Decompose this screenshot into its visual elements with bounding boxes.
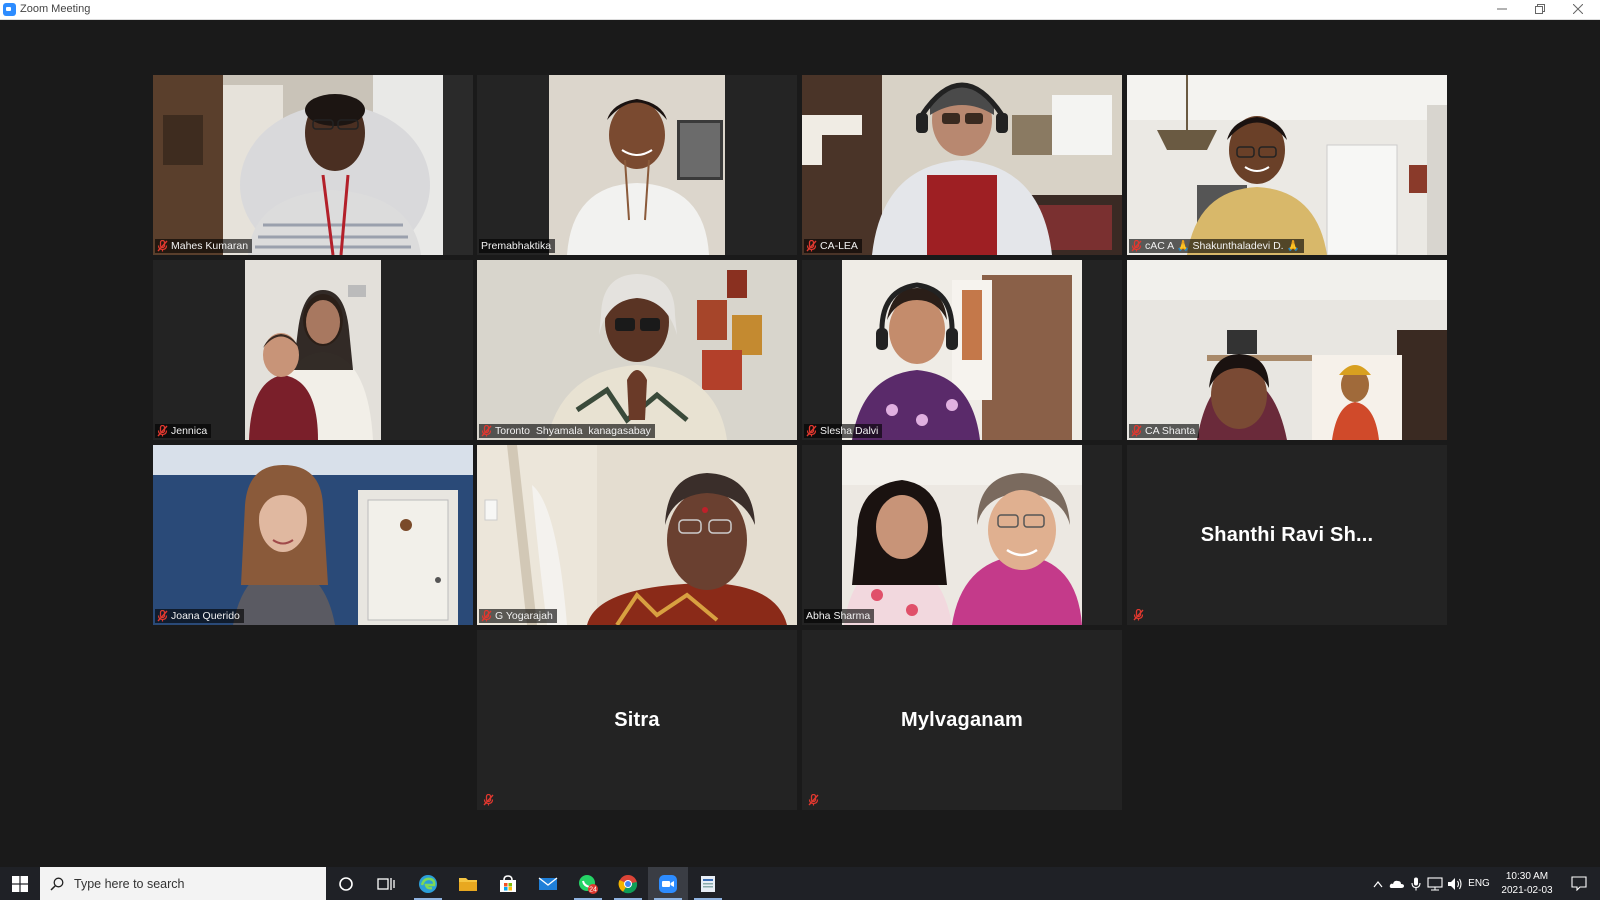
- participant-display-name: Sitra: [614, 708, 660, 731]
- onedrive-icon[interactable]: [1388, 867, 1406, 900]
- video-feed: [477, 260, 797, 440]
- clock-time: 10:30 AM: [1505, 871, 1549, 882]
- participant-name-label: Mahes Kumaran: [155, 239, 253, 253]
- file-explorer-icon[interactable]: [448, 867, 488, 900]
- chrome-icon[interactable]: [608, 867, 648, 900]
- video-tile[interactable]: G Yogarajah: [477, 445, 797, 625]
- mic-muted-icon: [1131, 425, 1142, 437]
- participant-name: Slesha Dalvi: [820, 425, 879, 437]
- video-feed: [477, 445, 797, 625]
- volume-icon[interactable]: [1446, 867, 1464, 900]
- participant-name: CA Shanta: [1145, 425, 1196, 437]
- notifications-icon[interactable]: [1564, 867, 1594, 900]
- mic-muted-icon: [157, 610, 168, 622]
- video-feed: [802, 260, 1122, 440]
- participant-name-label: Premabhaktika: [479, 239, 556, 253]
- mail-icon[interactable]: [528, 867, 568, 900]
- participant-name: CA-LEA: [820, 240, 858, 252]
- mic-muted-icon: [1131, 240, 1142, 252]
- mic-muted-icon: [481, 610, 492, 622]
- video-tile[interactable]: CA-LEA: [802, 75, 1122, 255]
- clock-date: 2021-02-03: [1501, 885, 1553, 896]
- cortana-icon[interactable]: [326, 867, 366, 900]
- zoom-icon[interactable]: [648, 867, 688, 900]
- taskbar-search[interactable]: [40, 867, 326, 900]
- network-icon[interactable]: [1426, 867, 1444, 900]
- participant-name-label: Joana Querido: [155, 609, 244, 623]
- participant-name-label: Slesha Dalvi: [804, 424, 883, 438]
- participant-name: G Yogarajah: [495, 610, 553, 622]
- participant-name-label: G Yogarajah: [479, 609, 557, 623]
- edge-icon[interactable]: [408, 867, 448, 900]
- participant-name: cAC A 🙏 Shakunthaladevi D. 🙏: [1145, 240, 1300, 252]
- mic-muted-icon: [157, 425, 168, 437]
- participant-name: Jennica: [171, 425, 208, 437]
- participant-name-label: Abha Sharma: [804, 609, 875, 623]
- task-view-icon[interactable]: [366, 867, 406, 900]
- video-feed: [1127, 75, 1447, 255]
- video-tile-active-speaker[interactable]: Premabhaktika: [477, 75, 797, 255]
- video-tile[interactable]: cAC A 🙏 Shakunthaladevi D. 🙏: [1127, 75, 1447, 255]
- video-feed: [153, 445, 473, 625]
- video-tile[interactable]: Joana Querido: [153, 445, 473, 625]
- mic-muted-icon: [806, 240, 817, 252]
- participant-name: Abha Sharma: [806, 610, 871, 622]
- participant-name: Joana Querido: [171, 610, 240, 622]
- video-tile-video-off[interactable]: Sitra: [477, 630, 797, 810]
- search-input[interactable]: [72, 875, 306, 892]
- video-feed: [802, 445, 1122, 625]
- video-tile[interactable]: Slesha Dalvi: [802, 260, 1122, 440]
- video-tile[interactable]: Abha Sharma: [802, 445, 1122, 625]
- video-feed: [153, 260, 473, 440]
- mic-muted-icon: [157, 240, 168, 252]
- video-tile-video-off[interactable]: Mylvaganam: [802, 630, 1122, 810]
- participant-name-label: CA Shanta: [1129, 424, 1200, 438]
- store-icon[interactable]: [488, 867, 528, 900]
- windows-logo-icon: [12, 875, 28, 892]
- minimize-button[interactable]: [1484, 0, 1520, 19]
- participant-name: Toronto Shyamala kanagasabay: [495, 425, 651, 437]
- video-tile[interactable]: Jennica: [153, 260, 473, 440]
- video-tile[interactable]: Mahes Kumaran: [153, 75, 473, 255]
- close-button[interactable]: [1560, 0, 1596, 19]
- participant-name: Premabhaktika: [481, 240, 552, 252]
- video-tile-video-off[interactable]: Shanthi Ravi Sh...: [1127, 445, 1447, 625]
- participant-name-label: cAC A 🙏 Shakunthaladevi D. 🙏: [1129, 239, 1304, 253]
- video-tile[interactable]: CA Shanta: [1127, 260, 1447, 440]
- video-feed: [802, 75, 1122, 255]
- participant-name-label: CA-LEA: [804, 239, 862, 253]
- restore-button[interactable]: [1522, 0, 1558, 19]
- whatsapp-badge: 24: [589, 886, 597, 893]
- mic-muted-icon: [483, 794, 494, 806]
- participant-name-label: Jennica: [155, 424, 212, 438]
- language-indicator[interactable]: ENG: [1466, 867, 1492, 900]
- participant-display-name: Mylvaganam: [900, 708, 1024, 731]
- search-icon: [50, 877, 64, 891]
- video-tile[interactable]: Toronto Shyamala kanagasabay: [477, 260, 797, 440]
- zoom-app-icon: [3, 3, 16, 16]
- show-hidden-icons-icon[interactable]: [1370, 867, 1386, 900]
- participant-name: Mahes Kumaran: [171, 240, 249, 252]
- participant-name-label: Toronto Shyamala kanagasabay: [479, 424, 655, 438]
- mic-muted-icon: [1133, 609, 1144, 621]
- window-titlebar: Zoom Meeting: [0, 0, 1600, 20]
- video-feed: [1127, 260, 1447, 440]
- video-feed: [477, 75, 797, 255]
- microphone-icon[interactable]: [1408, 867, 1424, 900]
- start-button[interactable]: [0, 867, 40, 900]
- window-title: Zoom Meeting: [20, 3, 91, 15]
- windows-taskbar: 24 ENG 10:30 AM 2021-02-03: [0, 867, 1600, 900]
- clock[interactable]: 10:30 AM 2021-02-03: [1492, 870, 1562, 898]
- app-icon[interactable]: [688, 867, 728, 900]
- whatsapp-icon[interactable]: 24: [568, 867, 608, 900]
- participant-display-name: Shanthi Ravi Sh...: [1200, 523, 1374, 546]
- mic-muted-icon: [808, 794, 819, 806]
- mic-muted-icon: [481, 425, 492, 437]
- mic-muted-icon: [806, 425, 817, 437]
- video-feed: [153, 75, 473, 255]
